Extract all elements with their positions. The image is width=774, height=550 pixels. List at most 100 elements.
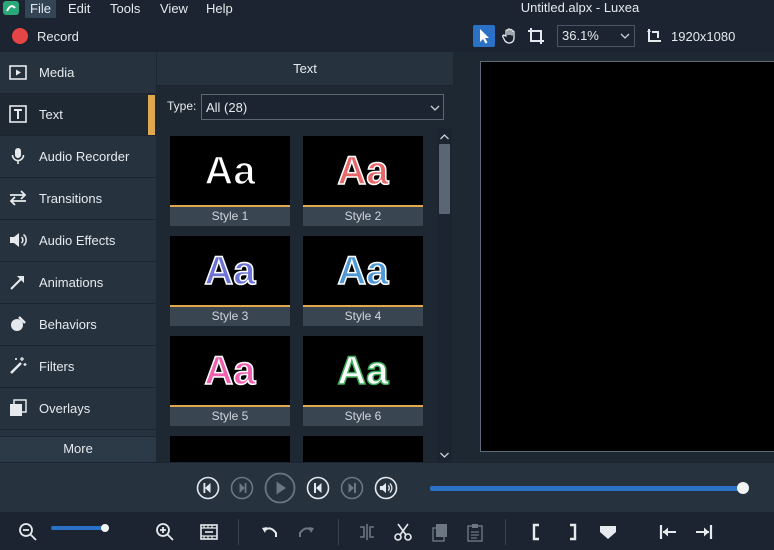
menu-view[interactable]: View [155,0,193,18]
toolbar-separator [505,519,506,545]
zoom-slider-handle[interactable] [101,524,109,532]
scrubber-handle[interactable] [737,482,749,494]
text-style-tile[interactable]: Aa Style 1 [170,136,290,226]
fit-timeline-button[interactable] [198,521,220,543]
arrow-icon [8,272,28,292]
app-logo-icon [2,0,20,16]
skip-back-icon [306,476,330,500]
sidebar-item-label: Overlays [39,401,91,416]
text-style-tile[interactable]: Aa Style 5 [170,336,290,426]
go-to-start-button[interactable] [306,476,330,500]
previous-frame-button[interactable] [196,476,220,500]
preview-canvas[interactable] [480,61,774,452]
text-style-preview: Aa [204,248,257,294]
zoom-out-icon [19,523,37,541]
sidebar-item-label: Animations [39,275,104,290]
zoom-in-icon [156,523,174,541]
play-icon [264,472,296,504]
panel-title: Text [293,61,317,76]
transitions-icon [8,188,28,208]
timeline-scrubber[interactable] [430,486,744,491]
select-tool-button[interactable] [473,25,495,47]
skip-to-end-icon [696,525,713,539]
behaviors-icon [8,314,28,334]
sidebar-item-label: Media [39,65,75,80]
step-forward-disabled-button[interactable] [230,476,254,500]
record-icon[interactable] [12,28,28,44]
bracket-right-icon [570,523,577,541]
toolbar-separator [338,519,339,545]
bracket-left-icon [532,523,539,541]
speaker-icon [374,476,398,500]
text-style-tile[interactable]: A [303,436,423,462]
play-button[interactable] [264,472,296,504]
scissors-icon [394,523,412,541]
volume-button[interactable] [374,476,398,500]
split-icon [360,524,374,540]
sidebar-item-label: Transitions [39,191,103,206]
copy-icon [432,524,447,542]
cut-button[interactable] [392,521,414,543]
copy-button[interactable] [429,521,451,543]
next-marker-button[interactable] [693,521,715,543]
paste-icon [467,524,483,542]
zoom-in-button[interactable] [154,521,176,543]
text-style-tile[interactable]: Aa [170,436,290,462]
text-style-preview: Aa [337,248,390,294]
step-back-icon [196,476,220,500]
magic-wand-icon [8,356,28,376]
text-style-tile[interactable]: Aa Style 4 [303,236,423,326]
undo-button[interactable] [259,521,281,543]
text-style-preview: Aa [337,348,390,394]
skip-forward-icon [340,476,364,500]
record-button-label[interactable]: Record [37,29,79,44]
redo-button[interactable] [295,521,317,543]
text-style-tile[interactable]: Aa Style 2 [303,136,423,226]
text-style-tile[interactable]: Aa Style 3 [170,236,290,326]
chevron-down-icon[interactable] [439,448,450,458]
split-button[interactable] [356,521,378,543]
media-icon [8,62,28,82]
sidebar-item-label: Audio Effects [39,233,116,248]
overlays-icon [8,398,28,418]
text-style-preview: Aa [204,148,257,194]
chevron-down-icon [620,29,630,39]
previous-marker-button[interactable] [657,521,679,543]
mark-in-button[interactable] [526,521,548,543]
text-style-preview: Aa [337,148,390,194]
menu-tools[interactable]: Tools [105,0,145,18]
undo-icon [262,527,277,537]
go-to-end-button[interactable] [340,476,364,500]
crop-tool-button[interactable] [525,25,547,47]
resolution-button[interactable] [643,25,665,47]
speaker-icon [8,230,28,250]
chevron-down-icon [430,101,440,111]
sidebar-item-label: Filters [39,359,75,374]
resolution-label: 1920x1080 [671,29,736,44]
menu-edit[interactable]: Edit [63,0,95,18]
text-style-caption: Style 3 [170,307,290,326]
sidebar-item-label: Audio Recorder [39,149,130,164]
text-style-caption: Style 4 [303,307,423,326]
redo-icon [299,527,314,537]
sidebar-item-label: Behaviors [39,317,97,332]
text-style-preview: Aa [204,348,257,394]
add-marker-button[interactable] [597,521,619,543]
text-style-caption: Style 2 [303,207,423,226]
text-style-caption: Style 5 [170,407,290,426]
menu-help[interactable]: Help [201,0,238,18]
step-forward-icon [230,476,254,500]
scrollbar-thumb[interactable] [439,144,450,214]
text-style-tile[interactable]: Aa Style 6 [303,336,423,426]
text-style-preview: Aa [170,454,290,462]
mark-out-button[interactable] [561,521,583,543]
chevron-up-icon[interactable] [439,130,450,140]
zoom-out-button[interactable] [17,521,39,543]
pointer-icon [480,29,489,44]
more-button[interactable]: More [0,436,156,462]
text-style-caption: Style 1 [170,207,290,226]
marker-icon [600,526,616,539]
paste-button[interactable] [464,521,486,543]
pan-tool-button[interactable] [499,25,521,47]
menu-file[interactable]: File [25,0,56,18]
